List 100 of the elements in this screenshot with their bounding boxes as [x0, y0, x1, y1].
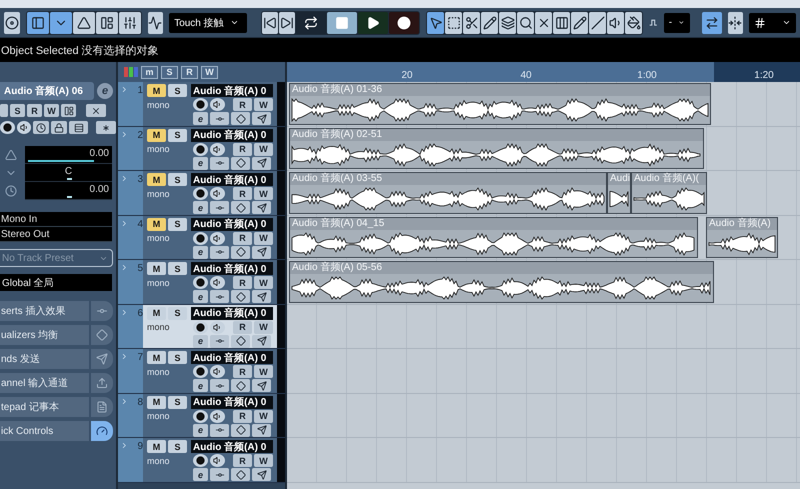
sends-button[interactable]: [252, 424, 271, 436]
time-ruler[interactable]: 20 40 1:00 1:20: [287, 62, 800, 82]
automation-mode-dropdown[interactable]: Touch 接触: [169, 12, 248, 32]
edit-button[interactable]: e: [193, 379, 208, 392]
eq-button[interactable]: [231, 379, 250, 392]
mute-button[interactable]: M: [147, 396, 166, 408]
global-track-button[interactable]: W: [201, 66, 218, 78]
inspector-section-tab[interactable]: nds 发送: [0, 349, 89, 369]
solo-button[interactable]: S: [168, 128, 187, 142]
inserts-button[interactable]: [210, 468, 229, 481]
mute-button[interactable]: M: [147, 128, 166, 142]
global-track-button[interactable]: S: [161, 66, 178, 78]
track-button[interactable]: S: [10, 104, 25, 117]
transport-button[interactable]: [279, 12, 296, 34]
edit-button[interactable]: e: [193, 468, 208, 481]
monitor-button[interactable]: [210, 454, 225, 467]
eq-button[interactable]: [231, 246, 250, 258]
monitor-button[interactable]: [210, 410, 225, 422]
tool-button[interactable]: [481, 12, 498, 34]
solo-button[interactable]: S: [168, 84, 187, 97]
inserts-button[interactable]: [210, 379, 229, 392]
track-header[interactable]: M S Audio 音频(A) 0 mono R W e: [143, 126, 277, 170]
track-header[interactable]: M S Audio 音频(A) 0 mono R W e: [143, 216, 277, 259]
solo-button[interactable]: S: [168, 218, 187, 230]
section-button[interactable]: [91, 421, 113, 441]
record-enable-button[interactable]: [193, 410, 208, 422]
track-name[interactable]: Audio 音频(A) 0: [191, 173, 273, 186]
inserts-button[interactable]: [210, 201, 229, 214]
monitor-button[interactable]: [210, 142, 225, 156]
solo-button[interactable]: S: [168, 351, 187, 364]
edit-button[interactable]: e: [193, 112, 208, 125]
read-button[interactable]: R: [233, 232, 252, 244]
global-track-button[interactable]: R: [181, 66, 198, 78]
tool-button[interactable]: [553, 12, 570, 34]
inspector-section-tab[interactable]: tepad 记事本: [0, 397, 89, 417]
eq-button[interactable]: [231, 201, 250, 214]
record-enable-button[interactable]: [193, 232, 208, 244]
track-header[interactable]: M S Audio 音频(A) 0 mono R W e: [143, 438, 277, 482]
track-name[interactable]: Audio 音频(A) 0: [191, 351, 273, 364]
edit-button[interactable]: e: [193, 424, 208, 436]
record-enable-button[interactable]: [0, 121, 15, 134]
solo-button[interactable]: S: [168, 306, 187, 320]
monitor-button[interactable]: [210, 187, 225, 200]
track-name[interactable]: Audio 音频(A) 0: [191, 306, 273, 320]
record-enable-button[interactable]: [193, 320, 208, 334]
record-enable-button[interactable]: [193, 98, 208, 111]
read-button[interactable]: R: [233, 187, 252, 200]
solo-button[interactable]: S: [168, 262, 187, 275]
transport-button[interactable]: [389, 12, 420, 34]
inserts-button[interactable]: [210, 156, 229, 170]
eq-button[interactable]: [231, 290, 250, 303]
tool-button[interactable]: [517, 12, 534, 34]
record-enable-button[interactable]: [193, 142, 208, 156]
sends-button[interactable]: [252, 334, 271, 348]
read-button[interactable]: R: [233, 142, 252, 156]
tool-button[interactable]: [445, 12, 462, 34]
track-button[interactable]: W: [44, 104, 59, 117]
mute-button[interactable]: M: [147, 262, 166, 275]
track-name[interactable]: Audio 音频(A) 0: [191, 262, 273, 275]
monitor-button[interactable]: [210, 365, 225, 378]
edit-button[interactable]: e: [97, 83, 113, 99]
write-button[interactable]: W: [254, 365, 273, 378]
read-button[interactable]: R: [233, 98, 252, 111]
transport-button[interactable]: [262, 12, 278, 34]
track-header[interactable]: M S Audio 音频(A) 0 mono R W e: [143, 394, 277, 437]
solo-button[interactable]: S: [168, 173, 187, 186]
inserts-button[interactable]: [210, 290, 229, 303]
monitor-button[interactable]: [210, 276, 225, 289]
channel-button[interactable]: [96, 121, 116, 134]
snap-button[interactable]: [702, 12, 722, 34]
inserts-button[interactable]: [210, 334, 229, 348]
eq-button[interactable]: [231, 424, 250, 436]
track-header[interactable]: M S Audio 音频(A) 0 mono R W e: [143, 349, 277, 392]
read-button[interactable]: R: [233, 365, 252, 378]
inspector-section-tab[interactable]: ick Controls: [0, 421, 89, 441]
inserts-button[interactable]: [210, 112, 229, 125]
lanes-button[interactable]: [61, 104, 76, 117]
track-name[interactable]: Audio 音频(A) 0: [191, 440, 273, 453]
grid-dropdown[interactable]: [749, 12, 796, 32]
inserts-button[interactable]: [210, 246, 229, 258]
track-button[interactable]: R: [27, 104, 42, 117]
view-button[interactable]: [72, 12, 95, 34]
section-button[interactable]: [91, 301, 113, 321]
write-button[interactable]: W: [254, 454, 273, 467]
mute-button[interactable]: M: [147, 218, 166, 230]
write-button[interactable]: W: [254, 320, 273, 334]
section-button[interactable]: [91, 397, 113, 417]
write-button[interactable]: W: [254, 276, 273, 289]
solo-button[interactable]: S: [168, 440, 187, 453]
view-button[interactable]: [50, 12, 72, 34]
sends-button[interactable]: [252, 290, 271, 303]
view-button[interactable]: [96, 12, 118, 34]
inserts-button[interactable]: [210, 424, 229, 436]
automation-button[interactable]: [148, 12, 164, 34]
lane-button[interactable]: [68, 121, 88, 134]
mute-button[interactable]: M: [147, 84, 166, 97]
monitor-button[interactable]: [16, 121, 32, 134]
global-track-button[interactable]: m: [141, 66, 158, 78]
section-button[interactable]: [91, 349, 113, 369]
activate-button[interactable]: [4, 12, 20, 34]
